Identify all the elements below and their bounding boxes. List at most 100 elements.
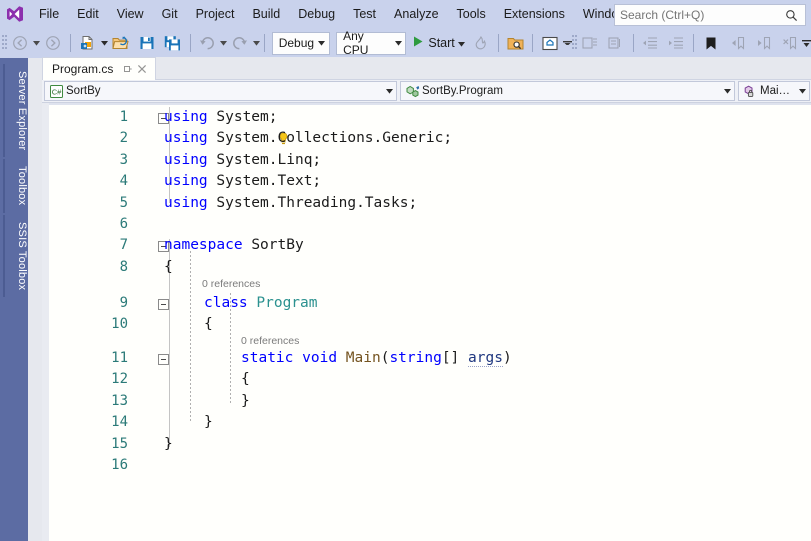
search-box[interactable] <box>614 4 806 26</box>
pin-icon[interactable] <box>121 61 135 77</box>
code-line-15[interactable]: 15 } <box>42 434 811 455</box>
code-line-5[interactable]: 5 using System.Threading.Tasks; <box>42 193 811 214</box>
chevron-down-icon <box>314 38 329 48</box>
menu-item-build[interactable]: Build <box>243 0 289 28</box>
code-line-2[interactable]: 2 using System.Collections.Generic; <box>42 128 811 149</box>
code-line-12[interactable]: 12 { <box>42 369 811 390</box>
line-glyph-margin[interactable] <box>130 348 169 369</box>
code-line-6[interactable]: 6 <box>42 214 811 235</box>
document-tab-program-cs[interactable]: Program.cs <box>42 57 157 80</box>
menu-item-analyze[interactable]: Analyze <box>385 0 447 28</box>
line-glyph-margin[interactable] <box>130 107 287 145</box>
chevron-down-icon <box>796 88 809 94</box>
navbar-class-dropdown[interactable]: SortBy.Program <box>400 81 735 101</box>
sidebar-item-toolbox[interactable]: Toolbox <box>3 159 28 213</box>
menu-item-view[interactable]: View <box>108 0 153 28</box>
solution-explorer-overflow-icon[interactable] <box>562 32 572 54</box>
left-tool-tab-filler <box>0 299 28 541</box>
document-well: Program.cs C# SortBy SortBy.Program Main… <box>42 57 811 541</box>
navigate-backward-caret-icon[interactable] <box>33 40 40 46</box>
start-debug-button[interactable]: Start <box>409 31 467 55</box>
code-line-4[interactable]: 4 using System.Text; <box>42 171 811 192</box>
solution-platform-dropdown[interactable]: Any CPU <box>336 29 407 57</box>
code-text: } <box>164 435 173 452</box>
sidebar-item-server-explorer[interactable]: Server Explorer <box>3 64 28 158</box>
redo-icon[interactable] <box>227 31 253 55</box>
bookmark-icon[interactable] <box>698 31 724 55</box>
code-line-1[interactable]: 1 using System; <box>42 107 811 145</box>
toolbar-separator <box>70 34 71 52</box>
code-editor[interactable]: 1 using System; 2 using System.Collectio… <box>42 103 811 541</box>
new-item-caret-icon[interactable] <box>100 40 108 46</box>
code-line-8[interactable]: 8 { <box>42 257 811 278</box>
chevron-down-icon <box>721 88 734 94</box>
code-line-7[interactable]: 7 namespace SortBy <box>42 235 811 256</box>
search-input[interactable] <box>615 5 780 25</box>
code-line-14[interactable]: 14 } <box>42 412 811 433</box>
navbar-member-value: Main(string[] args) <box>760 85 796 97</box>
decrease-indent-icon[interactable] <box>637 31 663 55</box>
navbar-member-dropdown[interactable]: Main(string[] args) <box>738 81 810 101</box>
undo-caret-icon[interactable] <box>220 40 228 46</box>
find-in-files-icon[interactable] <box>502 31 528 55</box>
menu-item-tools[interactable]: Tools <box>448 0 495 28</box>
code-text: using System.Threading.Tasks; <box>164 194 418 211</box>
code-text: { <box>241 371 250 388</box>
codelens-method-references[interactable]: 0 references <box>241 335 299 347</box>
code-line-13[interactable]: 13 } <box>42 391 811 412</box>
uncomment-selection-icon[interactable] <box>603 31 629 55</box>
codelens-class-references[interactable]: 0 references <box>202 278 260 290</box>
menu-item-file[interactable]: File <box>30 0 68 28</box>
line-number: 7 <box>119 237 128 254</box>
build-configuration-dropdown[interactable]: Debug <box>271 31 331 55</box>
menu-item-project[interactable]: Project <box>187 0 244 28</box>
line-number: 11 <box>111 349 128 366</box>
menu-item-extensions[interactable]: Extensions <box>495 0 574 28</box>
toolbar-overflow-icon[interactable] <box>802 32 811 54</box>
collapse-region-class[interactable] <box>158 299 169 310</box>
main-body: Server Explorer Toolbox SSIS Toolbox Pro… <box>0 57 811 541</box>
code-line-16[interactable]: 16 <box>42 455 811 476</box>
toolbar-separator <box>264 34 265 52</box>
close-icon[interactable] <box>135 61 149 77</box>
document-tab-strip-empty <box>156 57 811 80</box>
navbar-project-dropdown[interactable]: C# SortBy <box>44 81 397 101</box>
code-line-3[interactable]: 3 using System.Linq; <box>42 150 811 171</box>
solution-explorer-icon[interactable] <box>537 31 563 55</box>
document-tab-label: Program.cs <box>52 62 114 76</box>
sidebar-item-ssis-toolbox[interactable]: SSIS Toolbox <box>3 214 28 297</box>
line-glyph-margin[interactable] <box>130 235 169 256</box>
line-number: 3 <box>119 151 128 168</box>
next-bookmark-icon[interactable] <box>750 31 776 55</box>
code-text: { <box>164 258 173 275</box>
collapse-region-method[interactable] <box>158 354 169 365</box>
code-line-9[interactable]: 9 class Program <box>42 293 811 314</box>
line-glyph-margin[interactable] <box>130 293 169 314</box>
chevron-down-icon[interactable] <box>457 36 465 50</box>
redo-caret-icon[interactable] <box>253 40 261 46</box>
undo-icon[interactable] <box>194 31 220 55</box>
menu-item-edit[interactable]: Edit <box>68 0 108 28</box>
save-icon[interactable] <box>134 31 160 55</box>
editor-navigation-bar: C# SortBy SortBy.Program Main(s <box>42 80 811 103</box>
hot-reload-icon[interactable] <box>468 31 494 55</box>
menu-item-debug[interactable]: Debug <box>289 0 344 28</box>
comment-selection-icon[interactable] <box>577 31 603 55</box>
navigate-forward-icon[interactable] <box>40 31 66 55</box>
new-item-icon[interactable] <box>75 31 101 55</box>
navbar-class-value: SortBy.Program <box>422 85 503 97</box>
menu-item-git[interactable]: Git <box>153 0 187 28</box>
open-file-icon[interactable] <box>108 31 134 55</box>
navigate-backward-icon[interactable] <box>7 31 33 55</box>
code-line-11[interactable]: 11 static void Main(string[] args) <box>42 348 811 369</box>
increase-indent-icon[interactable] <box>663 31 689 55</box>
menu-item-test[interactable]: Test <box>344 0 385 28</box>
line-number: 16 <box>111 456 128 473</box>
code-line-10[interactable]: 10 { <box>42 314 811 335</box>
save-all-icon[interactable] <box>160 31 186 55</box>
code-text: namespace SortBy <box>164 237 304 254</box>
code-text: static void Main(string[] args) <box>241 349 512 367</box>
previous-bookmark-icon[interactable] <box>724 31 750 55</box>
clear-bookmarks-icon[interactable] <box>776 31 802 55</box>
navbar-project-value: SortBy <box>66 85 101 97</box>
